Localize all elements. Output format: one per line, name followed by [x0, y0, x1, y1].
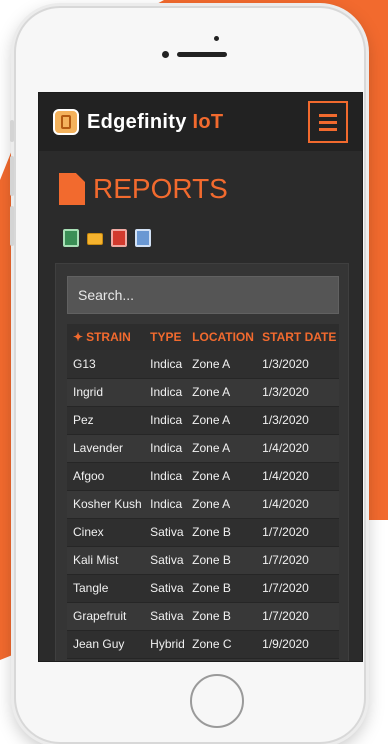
- cell-location: Zone A: [186, 378, 257, 407]
- reports-panel: ✦STRAIN TYPE LOCATION START DATE G13Indi…: [55, 263, 349, 661]
- logo-icon[interactable]: [53, 109, 79, 135]
- cell-start-date: 1/3/2020: [256, 378, 339, 407]
- app-screen: Edgefinity IoT REPORTS ✦STRAIN TYPE LOCA…: [38, 92, 363, 662]
- reports-table: ✦ STRAIN TYPE LOCATION START DATE G13 Indi…: [67, 324, 339, 659]
- cell-strain: Tangle: [67, 574, 145, 603]
- cell-type: Indica: [144, 406, 187, 435]
- cell-type: Indica: [144, 462, 187, 491]
- brand-main: Edgefinity: [87, 110, 187, 133]
- earpiece-speaker: [177, 52, 227, 57]
- table-row[interactable]: Cinex Sativa Zone B 1/7/2020: [67, 518, 339, 547]
- cell-strain: G13: [67, 350, 145, 379]
- column-header-start-date[interactable]: START DATE: [256, 324, 339, 350]
- cell-strain: Kosher Kush: [67, 490, 145, 519]
- column-header-type[interactable]: TYPE: [144, 324, 187, 350]
- page-header: REPORTS: [39, 151, 362, 205]
- cell-start-date: 1/7/2020: [256, 574, 339, 603]
- table-header-row: ✦ STRAIN TYPE LOCATION START DATE: [67, 324, 339, 350]
- cell-start-date: 1/7/2020: [256, 602, 339, 631]
- cell-strain: Kali Mist: [67, 546, 145, 575]
- cell-type: Sativa: [144, 546, 187, 575]
- volume-down-button: [10, 206, 14, 246]
- column-header-strain[interactable]: ✦ STRAIN: [67, 324, 145, 350]
- cell-type: Indica: [144, 490, 187, 519]
- cell-strain: Ingrid: [67, 378, 145, 407]
- table-row[interactable]: Tangle Sativa Zone B 1/7/2020: [67, 574, 339, 603]
- page-title: REPORTS: [93, 173, 228, 204]
- proximity-sensor: [162, 51, 169, 58]
- cell-location: Zone B: [186, 574, 257, 603]
- navbar: Edgefinity IoT: [39, 93, 362, 151]
- cell-strain: Lavender: [67, 434, 145, 463]
- cell-start-date: 1/9/2020: [256, 630, 339, 659]
- cell-location: Zone A: [186, 434, 257, 463]
- column-header-label: STRAIN: [86, 330, 131, 344]
- table-row[interactable]: Jean Guy Hybrid Zone C 1/9/2020: [67, 630, 339, 659]
- cell-start-date: 1/4/2020: [256, 490, 339, 519]
- home-button[interactable]: [190, 674, 244, 728]
- hamburger-menu-icon[interactable]: [308, 101, 348, 143]
- cell-strain: Jean Guy: [67, 630, 145, 659]
- volume-up-button: [10, 156, 14, 196]
- cell-strain: Cinex: [67, 518, 145, 547]
- leaf-icon: ✦: [73, 330, 84, 344]
- cell-start-date: 1/7/2020: [256, 518, 339, 547]
- table-row[interactable]: Grapefruit Sativa Zone B 1/7/2020: [67, 602, 339, 631]
- cell-start-date: 1/3/2020: [256, 350, 339, 379]
- cell-location: Zone A: [186, 406, 257, 435]
- cell-location: Zone C: [186, 630, 257, 659]
- excel-export-icon[interactable]: [63, 229, 79, 247]
- cell-location: Zone B: [186, 602, 257, 631]
- table-row[interactable]: G13 Indica Zone A 1/3/2020: [67, 350, 339, 379]
- cell-type: Sativa: [144, 602, 187, 631]
- column-header-location[interactable]: LOCATION: [186, 324, 257, 350]
- cell-type: Indica: [144, 378, 187, 407]
- table-row[interactable]: Kali Mist Sativa Zone B 1/7/2020: [67, 546, 339, 575]
- table-row[interactable]: Kosher Kush Indica Zone A 1/4/2020: [67, 490, 339, 519]
- cell-type: Hybrid: [144, 630, 187, 659]
- brand-accent: IoT: [192, 110, 224, 133]
- export-toolbar: [39, 205, 362, 247]
- search-input[interactable]: [67, 276, 339, 314]
- cell-type: Sativa: [144, 518, 187, 547]
- table-row[interactable]: Ingrid Indica Zone A 1/3/2020: [67, 378, 339, 407]
- email-export-icon[interactable]: [87, 233, 103, 245]
- cell-start-date: 1/3/2020: [256, 406, 339, 435]
- front-camera: [214, 36, 219, 41]
- word-export-icon[interactable]: [135, 229, 151, 247]
- cell-type: Sativa: [144, 574, 187, 603]
- cell-strain: Grapefruit: [67, 602, 145, 631]
- cell-location: Zone B: [186, 518, 257, 547]
- cell-start-date: 1/7/2020: [256, 546, 339, 575]
- cell-strain: Afgoo: [67, 462, 145, 491]
- table-row[interactable]: Lavender Indica Zone A 1/4/2020: [67, 434, 339, 463]
- pdf-export-icon[interactable]: [111, 229, 127, 247]
- table-row[interactable]: Pez Indica Zone A 1/3/2020: [67, 406, 339, 435]
- cell-location: Zone B: [186, 546, 257, 575]
- cell-type: Indica: [144, 350, 187, 379]
- cell-strain: Pez: [67, 406, 145, 435]
- document-icon: [59, 173, 85, 205]
- cell-start-date: 1/4/2020: [256, 434, 339, 463]
- cell-location: Zone A: [186, 462, 257, 491]
- cell-location: Zone A: [186, 350, 257, 379]
- cell-location: Zone A: [186, 490, 257, 519]
- mute-switch: [10, 120, 14, 142]
- table-row[interactable]: Afgoo Indica Zone A 1/4/2020: [67, 462, 339, 491]
- brand-name[interactable]: Edgefinity IoT: [87, 111, 223, 134]
- cell-type: Indica: [144, 434, 187, 463]
- cell-start-date: 1/4/2020: [256, 462, 339, 491]
